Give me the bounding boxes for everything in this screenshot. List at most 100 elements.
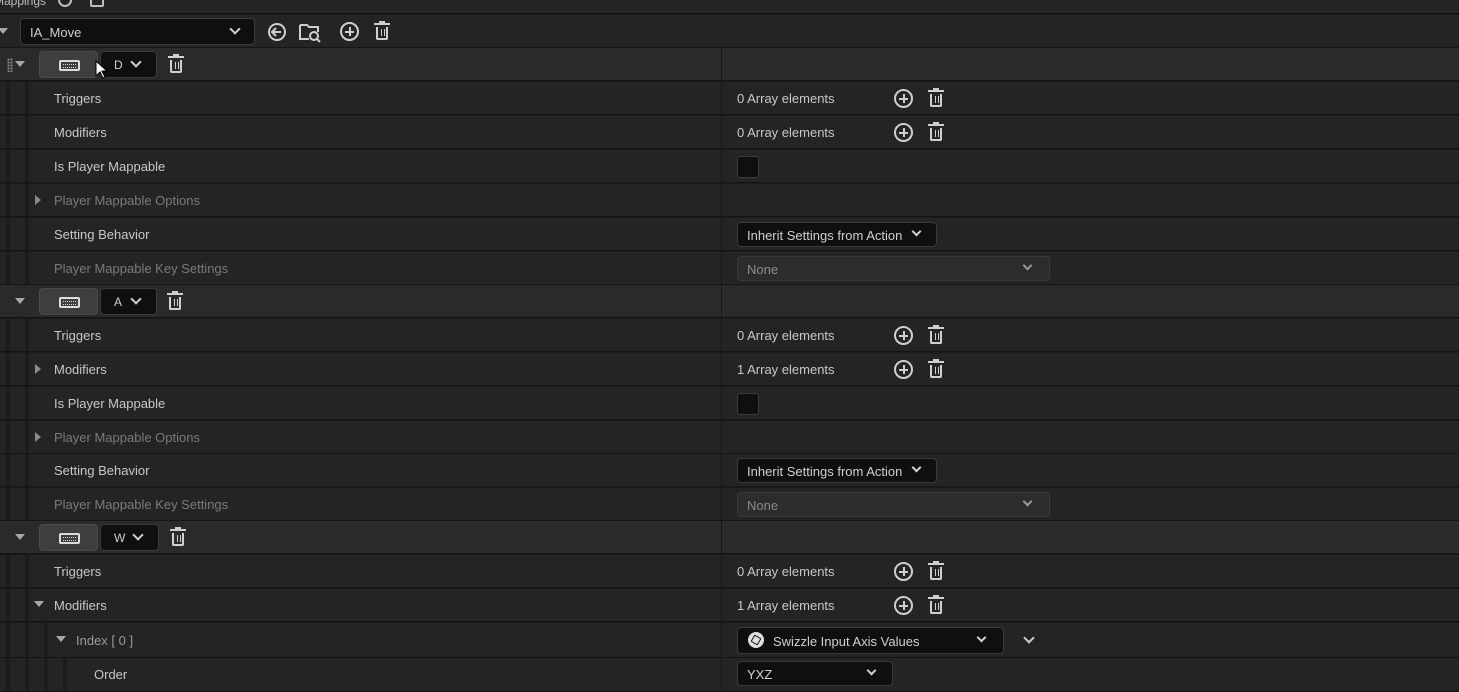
- array-count: 0 Array elements: [737, 564, 835, 579]
- order-dropdown[interactable]: YXZ: [737, 661, 893, 686]
- add-element-icon[interactable]: [894, 596, 913, 615]
- browse-asset-icon[interactable]: [298, 20, 322, 44]
- modifiers-row: Modifiers 0 Array elements: [0, 116, 1459, 149]
- setting-behavior-row: Setting Behavior Inherit Settings from A…: [0, 454, 1459, 487]
- browse-back-icon[interactable]: [266, 21, 288, 43]
- key-selector-button[interactable]: [39, 51, 98, 78]
- property-label: Triggers: [54, 91, 102, 106]
- property-label: Order: [94, 667, 128, 682]
- collapse-triangle-icon[interactable]: [56, 636, 66, 642]
- collapse-triangle-icon[interactable]: [15, 534, 25, 540]
- keyboard-icon: [59, 297, 80, 308]
- dropdown-value: Inherit Settings from Action: [747, 228, 903, 243]
- add-element-icon[interactable]: [894, 89, 913, 108]
- drag-handle-icon[interactable]: [7, 58, 13, 72]
- clear-elements-icon[interactable]: [927, 359, 945, 379]
- property-label: Triggers: [54, 328, 102, 343]
- modifiers-row: Modifiers 1 Array elements: [0, 589, 1459, 622]
- key-selector-button[interactable]: [39, 288, 98, 315]
- delete-action-icon[interactable]: [373, 21, 391, 41]
- chevron-down-icon: [1022, 260, 1033, 271]
- clear-elements-icon[interactable]: [927, 122, 945, 142]
- collapse-triangle-icon[interactable]: [0, 28, 8, 34]
- key-settings-dropdown[interactable]: None: [737, 256, 1050, 281]
- mapping-header-a: A: [0, 285, 1459, 318]
- swizzle-icon: [748, 632, 764, 648]
- property-label: Modifiers: [54, 362, 107, 377]
- key-value: D: [114, 58, 123, 72]
- chevron-down-icon: [866, 665, 877, 676]
- setting-behavior-row: Setting Behavior Inherit Settings from A…: [0, 218, 1459, 251]
- input-action-combo[interactable]: IA_Move: [20, 18, 255, 45]
- property-label: Player Mappable Key Settings: [54, 497, 229, 512]
- key-settings-dropdown[interactable]: None: [737, 492, 1050, 517]
- order-row: Order YXZ: [0, 658, 1459, 692]
- triggers-row: Triggers 0 Array elements: [0, 319, 1459, 352]
- expand-triangle-icon[interactable]: [35, 195, 41, 205]
- mapping-header-w: W: [0, 521, 1459, 554]
- property-label: Player Mappable Key Settings: [54, 261, 229, 276]
- dropdown-value: None: [747, 498, 779, 513]
- property-label: Modifiers: [54, 125, 107, 140]
- expand-triangle-icon[interactable]: [35, 432, 41, 442]
- add-element-icon[interactable]: [894, 562, 913, 581]
- player-mappable-checkbox[interactable]: [737, 156, 759, 178]
- dropdown-value: None: [747, 262, 779, 277]
- dropdown-value: Inherit Settings from Action: [747, 464, 903, 479]
- expand-triangle-icon[interactable]: [35, 364, 41, 374]
- key-value: W: [114, 531, 126, 545]
- dropdown-value: YXZ: [747, 667, 773, 682]
- property-label: Setting Behavior: [54, 227, 150, 242]
- key-combo[interactable]: D: [100, 51, 157, 78]
- key-combo[interactable]: A: [100, 288, 157, 315]
- add-circle-icon[interactable]: [58, 0, 72, 7]
- mouse-cursor-icon: [95, 60, 107, 79]
- collapse-triangle-icon[interactable]: [34, 601, 44, 607]
- delete-mapping-icon[interactable]: [167, 54, 185, 74]
- input-action-value: IA_Move: [30, 25, 82, 40]
- setting-behavior-dropdown[interactable]: Inherit Settings from Action: [737, 458, 937, 483]
- array-count: 0 Array elements: [737, 328, 835, 343]
- property-label: Setting Behavior: [54, 463, 150, 478]
- property-label: Triggers: [54, 564, 102, 579]
- mappings-label: Mappings: [0, 0, 47, 8]
- clear-elements-icon[interactable]: [927, 561, 945, 581]
- mappings-header-strip: Mappings: [0, 0, 1459, 14]
- setting-behavior-dropdown[interactable]: Inherit Settings from Action: [737, 222, 937, 247]
- key-combo[interactable]: W: [100, 524, 159, 551]
- chevron-down-icon: [1022, 496, 1033, 507]
- trash-icon[interactable]: [90, 0, 104, 7]
- array-count: 0 Array elements: [737, 125, 835, 140]
- chevron-down-icon: [911, 462, 922, 473]
- chevron-down-icon[interactable]: [1023, 632, 1035, 644]
- modifiers-row: Modifiers 1 Array elements: [0, 353, 1459, 386]
- add-element-icon[interactable]: [894, 360, 913, 379]
- chevron-down-icon: [132, 529, 144, 541]
- delete-mapping-icon[interactable]: [169, 527, 187, 547]
- property-label: Is Player Mappable: [54, 159, 166, 174]
- property-label: Modifiers: [54, 598, 107, 613]
- chevron-down-icon: [130, 56, 142, 68]
- chevron-down-icon: [976, 632, 987, 643]
- player-mappable-checkbox[interactable]: [737, 393, 759, 415]
- player-mappable-row: Is Player Mappable: [0, 150, 1459, 183]
- add-element-icon[interactable]: [894, 326, 913, 345]
- clear-elements-icon[interactable]: [927, 88, 945, 108]
- modifier-class-dropdown[interactable]: Swizzle Input Axis Values: [737, 627, 1004, 654]
- collapse-triangle-icon[interactable]: [15, 61, 25, 67]
- clear-elements-icon[interactable]: [927, 595, 945, 615]
- collapse-triangle-icon[interactable]: [15, 298, 25, 304]
- action-row: IA_Move: [0, 15, 1459, 48]
- key-value: A: [114, 295, 123, 309]
- clear-elements-icon[interactable]: [927, 325, 945, 345]
- add-element-icon[interactable]: [894, 123, 913, 142]
- modifier-index-row: Index [ 0 ] Swizzle Input Axis Values: [0, 623, 1459, 658]
- chevron-down-icon: [229, 23, 241, 35]
- property-label: Player Mappable Options: [54, 193, 200, 208]
- key-selector-button[interactable]: [39, 524, 98, 551]
- key-settings-row: Player Mappable Key Settings None: [0, 488, 1459, 521]
- property-label: Index [ 0 ]: [76, 633, 134, 648]
- delete-mapping-icon[interactable]: [166, 291, 184, 311]
- array-count: 1 Array elements: [737, 598, 835, 613]
- add-mapping-icon[interactable]: [340, 22, 359, 41]
